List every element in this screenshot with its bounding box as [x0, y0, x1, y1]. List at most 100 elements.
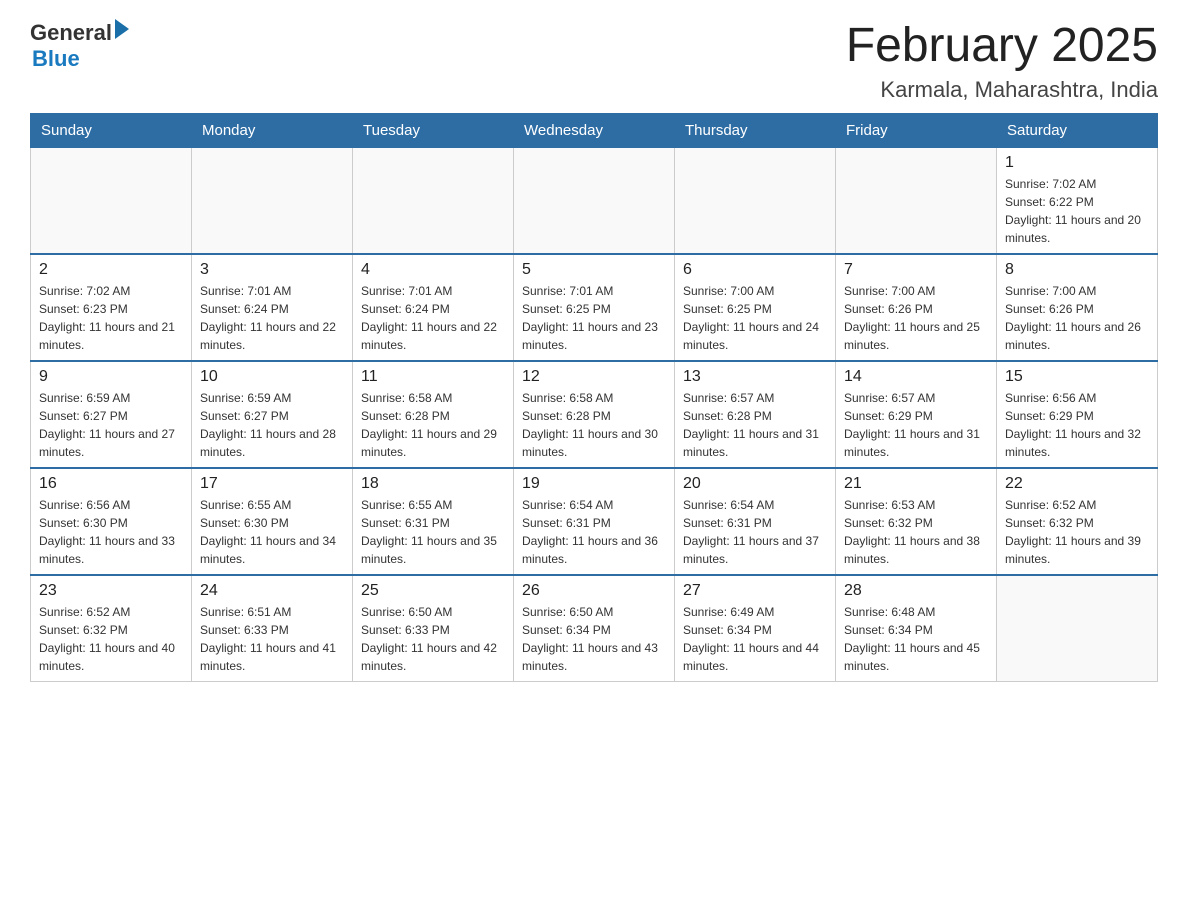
title-block: February 2025 Karmala, Maharashtra, Indi…	[846, 20, 1158, 103]
day-number: 7	[844, 261, 988, 279]
day-info: Sunrise: 7:02 AMSunset: 6:22 PMDaylight:…	[1005, 177, 1141, 245]
calendar-day-cell: 10 Sunrise: 6:59 AMSunset: 6:27 PMDaylig…	[192, 361, 353, 468]
day-number: 20	[683, 475, 827, 493]
day-info: Sunrise: 6:52 AMSunset: 6:32 PMDaylight:…	[1005, 498, 1141, 566]
day-info: Sunrise: 6:49 AMSunset: 6:34 PMDaylight:…	[683, 605, 819, 673]
calendar-day-cell: 17 Sunrise: 6:55 AMSunset: 6:30 PMDaylig…	[192, 468, 353, 575]
calendar-day-cell: 2 Sunrise: 7:02 AMSunset: 6:23 PMDayligh…	[31, 254, 192, 361]
calendar-day-cell: 25 Sunrise: 6:50 AMSunset: 6:33 PMDaylig…	[353, 575, 514, 682]
day-info: Sunrise: 6:54 AMSunset: 6:31 PMDaylight:…	[522, 498, 658, 566]
header-monday: Monday	[192, 113, 353, 147]
calendar-day-cell: 20 Sunrise: 6:54 AMSunset: 6:31 PMDaylig…	[675, 468, 836, 575]
calendar-day-cell	[514, 147, 675, 254]
day-info: Sunrise: 6:54 AMSunset: 6:31 PMDaylight:…	[683, 498, 819, 566]
day-number: 10	[200, 368, 344, 386]
calendar-day-cell: 11 Sunrise: 6:58 AMSunset: 6:28 PMDaylig…	[353, 361, 514, 468]
calendar-header-row: Sunday Monday Tuesday Wednesday Thursday…	[31, 113, 1158, 147]
day-number: 8	[1005, 261, 1149, 279]
day-info: Sunrise: 7:01 AMSunset: 6:25 PMDaylight:…	[522, 284, 658, 352]
day-number: 19	[522, 475, 666, 493]
day-number: 14	[844, 368, 988, 386]
calendar-subtitle: Karmala, Maharashtra, India	[846, 77, 1158, 103]
calendar-day-cell: 18 Sunrise: 6:55 AMSunset: 6:31 PMDaylig…	[353, 468, 514, 575]
day-info: Sunrise: 6:52 AMSunset: 6:32 PMDaylight:…	[39, 605, 175, 673]
calendar-day-cell: 5 Sunrise: 7:01 AMSunset: 6:25 PMDayligh…	[514, 254, 675, 361]
day-info: Sunrise: 6:50 AMSunset: 6:33 PMDaylight:…	[361, 605, 497, 673]
calendar-day-cell: 7 Sunrise: 7:00 AMSunset: 6:26 PMDayligh…	[836, 254, 997, 361]
calendar-day-cell	[836, 147, 997, 254]
day-info: Sunrise: 6:53 AMSunset: 6:32 PMDaylight:…	[844, 498, 980, 566]
calendar-day-cell: 23 Sunrise: 6:52 AMSunset: 6:32 PMDaylig…	[31, 575, 192, 682]
day-number: 28	[844, 582, 988, 600]
day-info: Sunrise: 6:56 AMSunset: 6:29 PMDaylight:…	[1005, 391, 1141, 459]
calendar-week-row: 23 Sunrise: 6:52 AMSunset: 6:32 PMDaylig…	[31, 575, 1158, 682]
calendar-day-cell	[192, 147, 353, 254]
day-number: 26	[522, 582, 666, 600]
calendar-day-cell	[353, 147, 514, 254]
day-number: 4	[361, 261, 505, 279]
day-number: 5	[522, 261, 666, 279]
day-info: Sunrise: 7:01 AMSunset: 6:24 PMDaylight:…	[200, 284, 336, 352]
day-info: Sunrise: 7:02 AMSunset: 6:23 PMDaylight:…	[39, 284, 175, 352]
day-number: 1	[1005, 154, 1149, 172]
calendar-week-row: 2 Sunrise: 7:02 AMSunset: 6:23 PMDayligh…	[31, 254, 1158, 361]
calendar-day-cell: 15 Sunrise: 6:56 AMSunset: 6:29 PMDaylig…	[997, 361, 1158, 468]
day-number: 24	[200, 582, 344, 600]
calendar-day-cell: 16 Sunrise: 6:56 AMSunset: 6:30 PMDaylig…	[31, 468, 192, 575]
calendar-day-cell: 1 Sunrise: 7:02 AMSunset: 6:22 PMDayligh…	[997, 147, 1158, 254]
day-info: Sunrise: 6:58 AMSunset: 6:28 PMDaylight:…	[522, 391, 658, 459]
header-saturday: Saturday	[997, 113, 1158, 147]
logo-arrow-icon	[115, 19, 129, 39]
day-number: 17	[200, 475, 344, 493]
day-info: Sunrise: 7:01 AMSunset: 6:24 PMDaylight:…	[361, 284, 497, 352]
calendar-day-cell: 13 Sunrise: 6:57 AMSunset: 6:28 PMDaylig…	[675, 361, 836, 468]
day-number: 27	[683, 582, 827, 600]
day-info: Sunrise: 6:55 AMSunset: 6:31 PMDaylight:…	[361, 498, 497, 566]
day-number: 18	[361, 475, 505, 493]
calendar-week-row: 16 Sunrise: 6:56 AMSunset: 6:30 PMDaylig…	[31, 468, 1158, 575]
day-info: Sunrise: 6:55 AMSunset: 6:30 PMDaylight:…	[200, 498, 336, 566]
calendar-day-cell: 3 Sunrise: 7:01 AMSunset: 6:24 PMDayligh…	[192, 254, 353, 361]
day-info: Sunrise: 7:00 AMSunset: 6:26 PMDaylight:…	[844, 284, 980, 352]
day-info: Sunrise: 7:00 AMSunset: 6:25 PMDaylight:…	[683, 284, 819, 352]
calendar-day-cell: 28 Sunrise: 6:48 AMSunset: 6:34 PMDaylig…	[836, 575, 997, 682]
day-number: 9	[39, 368, 183, 386]
calendar-day-cell: 14 Sunrise: 6:57 AMSunset: 6:29 PMDaylig…	[836, 361, 997, 468]
header-tuesday: Tuesday	[353, 113, 514, 147]
calendar-day-cell: 22 Sunrise: 6:52 AMSunset: 6:32 PMDaylig…	[997, 468, 1158, 575]
logo: General Blue	[30, 20, 129, 72]
day-info: Sunrise: 7:00 AMSunset: 6:26 PMDaylight:…	[1005, 284, 1141, 352]
day-number: 15	[1005, 368, 1149, 386]
day-info: Sunrise: 6:58 AMSunset: 6:28 PMDaylight:…	[361, 391, 497, 459]
calendar-title: February 2025	[846, 20, 1158, 73]
calendar-table: Sunday Monday Tuesday Wednesday Thursday…	[30, 113, 1158, 682]
day-number: 25	[361, 582, 505, 600]
calendar-day-cell: 27 Sunrise: 6:49 AMSunset: 6:34 PMDaylig…	[675, 575, 836, 682]
day-number: 22	[1005, 475, 1149, 493]
day-number: 2	[39, 261, 183, 279]
calendar-day-cell: 4 Sunrise: 7:01 AMSunset: 6:24 PMDayligh…	[353, 254, 514, 361]
calendar-day-cell: 8 Sunrise: 7:00 AMSunset: 6:26 PMDayligh…	[997, 254, 1158, 361]
day-info: Sunrise: 6:57 AMSunset: 6:28 PMDaylight:…	[683, 391, 819, 459]
day-info: Sunrise: 6:51 AMSunset: 6:33 PMDaylight:…	[200, 605, 336, 673]
day-number: 11	[361, 368, 505, 386]
calendar-week-row: 9 Sunrise: 6:59 AMSunset: 6:27 PMDayligh…	[31, 361, 1158, 468]
logo-blue-text: Blue	[32, 46, 129, 72]
day-info: Sunrise: 6:59 AMSunset: 6:27 PMDaylight:…	[200, 391, 336, 459]
day-info: Sunrise: 6:48 AMSunset: 6:34 PMDaylight:…	[844, 605, 980, 673]
day-number: 6	[683, 261, 827, 279]
calendar-day-cell: 12 Sunrise: 6:58 AMSunset: 6:28 PMDaylig…	[514, 361, 675, 468]
day-number: 16	[39, 475, 183, 493]
header-thursday: Thursday	[675, 113, 836, 147]
day-info: Sunrise: 6:59 AMSunset: 6:27 PMDaylight:…	[39, 391, 175, 459]
header-sunday: Sunday	[31, 113, 192, 147]
calendar-day-cell: 26 Sunrise: 6:50 AMSunset: 6:34 PMDaylig…	[514, 575, 675, 682]
calendar-day-cell: 24 Sunrise: 6:51 AMSunset: 6:33 PMDaylig…	[192, 575, 353, 682]
day-number: 3	[200, 261, 344, 279]
calendar-day-cell	[31, 147, 192, 254]
day-number: 21	[844, 475, 988, 493]
day-number: 13	[683, 368, 827, 386]
header-friday: Friday	[836, 113, 997, 147]
day-info: Sunrise: 6:50 AMSunset: 6:34 PMDaylight:…	[522, 605, 658, 673]
calendar-week-row: 1 Sunrise: 7:02 AMSunset: 6:22 PMDayligh…	[31, 147, 1158, 254]
